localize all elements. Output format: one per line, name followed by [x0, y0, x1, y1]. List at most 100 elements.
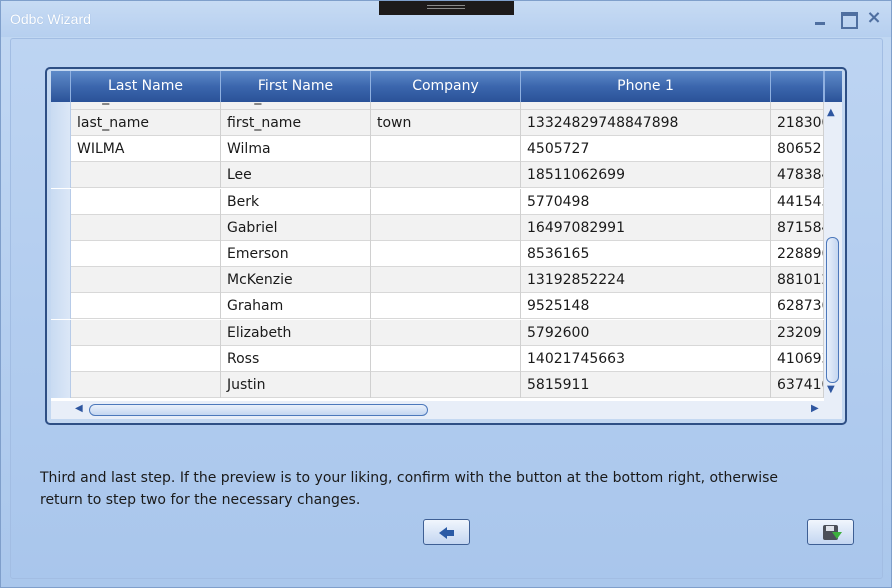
cell-phone-2[interactable]: 637410	[771, 372, 824, 398]
cell-first-name[interactable]: Justin	[221, 372, 371, 398]
cell-phone-2[interactable]: 228896	[771, 241, 824, 267]
preview-grid[interactable]: Last Name First Name Company Phone 1 las…	[51, 71, 842, 419]
cell-company[interactable]	[371, 136, 521, 163]
cell-company[interactable]	[371, 345, 521, 372]
cell-first-name[interactable]: Wilma	[221, 136, 371, 163]
cell-phone-1[interactable]: 5815911	[521, 372, 771, 398]
column-header-phone-1[interactable]: Phone 1	[521, 71, 771, 102]
cell-phone-2[interactable]: 871584	[771, 214, 824, 241]
cell-last-name[interactable]	[71, 345, 221, 372]
close-button[interactable]: ×	[865, 9, 883, 27]
scroll-down-icon[interactable]: ▼	[827, 384, 835, 395]
cell-last-name[interactable]: last_name	[71, 102, 221, 110]
cell-phone-1[interactable]: 8536165	[521, 241, 771, 267]
column-header-company[interactable]: Company	[371, 71, 521, 102]
cell-first-name[interactable]: Berk	[221, 188, 371, 215]
cell-phone-1[interactable]: 14021745663	[521, 345, 771, 372]
cell-company[interactable]	[371, 267, 521, 294]
cell-first-name[interactable]: Emerson	[221, 241, 371, 267]
cell-company[interactable]: town	[371, 102, 521, 110]
row-selector[interactable]	[51, 319, 71, 346]
row-selector[interactable]	[51, 345, 71, 372]
cell-phone-1[interactable]: 18511062699	[521, 162, 771, 189]
cell-first-name[interactable]: Elizabeth	[221, 319, 371, 346]
table-row[interactable]: WILMAWilma 4505727806521	[51, 136, 824, 163]
cell-company[interactable]	[371, 214, 521, 241]
scroll-right-icon[interactable]: ▶	[811, 403, 819, 414]
cell-phone-2[interactable]: 478384	[771, 162, 824, 189]
cell-company[interactable]	[371, 188, 521, 215]
row-selector[interactable]	[51, 188, 71, 215]
row-selector[interactable]	[51, 241, 71, 267]
cell-phone-1[interactable]: 16497082991	[521, 214, 771, 241]
horizontal-scroll-thumb[interactable]	[89, 404, 428, 416]
cell-first-name[interactable]: Lee	[221, 162, 371, 189]
cell-phone-2[interactable]: 232091	[771, 319, 824, 346]
cell-phone-2[interactable]: 806521	[771, 136, 824, 163]
cell-company[interactable]	[371, 293, 521, 320]
grid-corner[interactable]	[51, 71, 71, 102]
scroll-left-icon[interactable]: ◀	[75, 403, 83, 414]
cell-first-name[interactable]: McKenzie	[221, 267, 371, 294]
cell-phone-2[interactable]: 2183005	[771, 110, 824, 136]
cell-company[interactable]	[371, 241, 521, 267]
cell-last-name[interactable]: WILMA	[71, 136, 221, 163]
minimize-button[interactable]	[811, 9, 829, 27]
table-row[interactable]: Emerson 8536165228896	[51, 241, 824, 267]
table-row[interactable]: Graham 9525148628736	[51, 293, 824, 320]
cell-phone-2[interactable]: 441545	[771, 188, 824, 215]
table-row[interactable]: McKenzie 13192852224881012	[51, 267, 824, 294]
column-header-first-name[interactable]: First Name	[221, 71, 371, 102]
cell-first-name[interactable]: first_name	[221, 102, 371, 110]
cell-first-name[interactable]: Gabriel	[221, 214, 371, 241]
table-row[interactable]: Elizabeth 5792600232091	[51, 319, 824, 346]
save-button[interactable]	[807, 519, 854, 545]
cell-company[interactable]: town	[371, 110, 521, 136]
row-selector[interactable]	[51, 372, 71, 398]
table-row[interactable]: Lee 18511062699478384	[51, 162, 824, 189]
vertical-scroll-thumb[interactable]	[826, 237, 839, 383]
back-button[interactable]	[423, 519, 470, 545]
cell-phone-2[interactable]: 410693	[771, 345, 824, 372]
cell-last-name[interactable]	[71, 267, 221, 294]
vertical-scrollbar[interactable]: ▲ ▼	[824, 71, 842, 401]
cell-first-name[interactable]: first_name	[221, 110, 371, 136]
cell-company[interactable]	[371, 372, 521, 398]
cell-phone-2[interactable]	[771, 102, 824, 110]
column-header-last-name[interactable]: Last Name	[71, 71, 221, 102]
cell-last-name[interactable]	[71, 319, 221, 346]
cell-last-name[interactable]	[71, 162, 221, 189]
table-row[interactable]: Berk 5770498441545	[51, 188, 824, 215]
cell-company[interactable]	[371, 162, 521, 189]
table-row[interactable]: last_name first_name town 13324829748847898…	[51, 110, 824, 136]
drag-grip[interactable]	[379, 1, 514, 15]
cell-phone-1[interactable]	[521, 102, 771, 110]
scroll-up-icon[interactable]: ▲	[827, 107, 835, 118]
cell-phone-1[interactable]: 9525148	[521, 293, 771, 320]
cell-phone-1[interactable]: 13192852224	[521, 267, 771, 294]
row-selector[interactable]	[51, 267, 71, 294]
cell-last-name[interactable]: last_name	[71, 110, 221, 136]
cell-last-name[interactable]	[71, 241, 221, 267]
row-selector[interactable]	[51, 102, 71, 110]
cell-first-name[interactable]: Ross	[221, 345, 371, 372]
column-header-phone-2[interactable]	[771, 71, 824, 102]
row-selector[interactable]	[51, 162, 71, 189]
cell-phone-1[interactable]: 5770498	[521, 188, 771, 215]
cell-phone-2[interactable]: 881012	[771, 267, 824, 294]
table-row[interactable]: Gabriel 16497082991871584	[51, 214, 824, 241]
cell-last-name[interactable]	[71, 214, 221, 241]
cell-phone-1[interactable]: 4505727	[521, 136, 771, 163]
row-selector[interactable]	[51, 293, 71, 320]
cell-last-name[interactable]	[71, 372, 221, 398]
title-bar[interactable]: Odbc Wizard ×	[1, 1, 891, 37]
row-selector[interactable]	[51, 214, 71, 241]
cell-phone-1[interactable]: 13324829748847898	[521, 110, 771, 136]
cell-phone-2[interactable]: 628736	[771, 293, 824, 320]
cell-phone-1[interactable]: 5792600	[521, 319, 771, 346]
row-selector[interactable]	[51, 136, 71, 163]
maximize-button[interactable]	[839, 9, 858, 29]
horizontal-scrollbar[interactable]: ◀ ▶	[51, 401, 842, 419]
table-row[interactable]: Ross 14021745663410693	[51, 345, 824, 372]
cell-first-name[interactable]: Graham	[221, 293, 371, 320]
